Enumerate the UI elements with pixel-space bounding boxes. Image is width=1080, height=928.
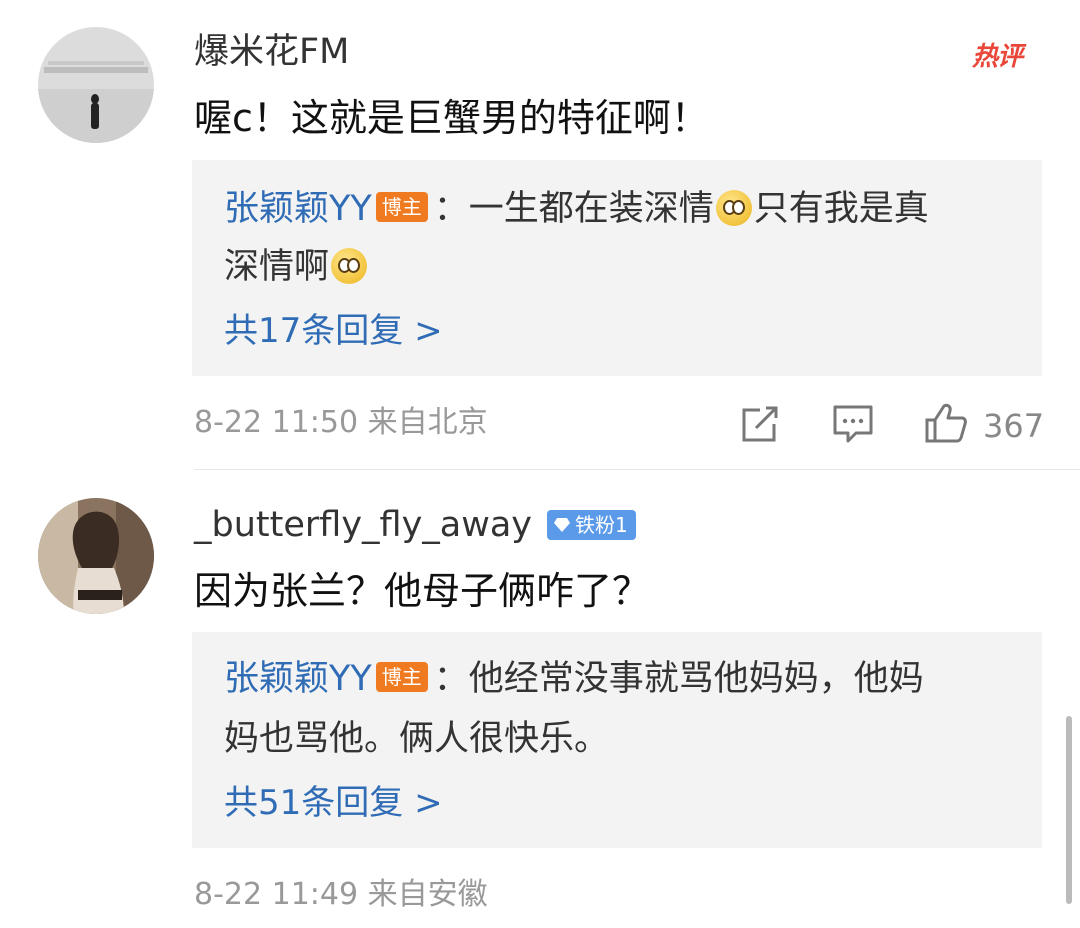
fan-badge: 铁粉1: [547, 510, 636, 540]
reply-preview[interactable]: 张颖颖YY 博主 ：他经常没事就骂他妈妈，他妈 妈也骂他。俩人很快乐。 共51条回复…: [192, 632, 1042, 848]
fan-badge-label: 铁粉1: [575, 513, 628, 537]
reply-text-continued: 深情啊: [224, 248, 369, 285]
avatar[interactable]: [38, 498, 154, 614]
comment-meta: 8-22 11:49 来自安徽: [194, 877, 488, 912]
avatar-image: [38, 27, 154, 143]
blogger-badge: 博主: [375, 192, 428, 222]
scrollbar[interactable]: [1066, 716, 1072, 904]
crying-emoji-icon: [715, 190, 752, 226]
reply-text-continued: 妈也骂他。俩人很快乐。: [224, 719, 610, 759]
share-icon[interactable]: [740, 406, 780, 444]
reply-author[interactable]: 张颖颖YY: [224, 189, 372, 229]
comment-item: _butterfly_fly_away 铁粉1 因为张兰？他母子俩咋了？ 张颖颖…: [0, 470, 1080, 928]
comment-meta: 8-22 11:50 来自北京: [194, 405, 488, 440]
username[interactable]: _butterfly_fly_away: [194, 508, 532, 543]
username[interactable]: 爆米花FM: [194, 35, 349, 70]
blogger-badge: 博主: [375, 662, 428, 692]
view-replies-link[interactable]: 共51条回复 >: [224, 786, 443, 820]
comment-text: 喔c！这就是巨蟹男的特征啊！: [194, 96, 709, 140]
diamond-icon: [554, 518, 570, 532]
reply-preview[interactable]: 张颖颖YY 博主 ：一生都在装深情 只有我是真 深情啊 共17条回复 >: [192, 160, 1042, 376]
like-count: 367: [983, 407, 1045, 445]
comment-text: 因为张兰？他母子俩咋了？: [194, 569, 651, 613]
avatar[interactable]: [38, 27, 154, 143]
avatar-image: [38, 498, 154, 614]
comment-item: 爆米花FM 热评 喔c！这就是巨蟹男的特征啊！ 张颖颖YY 博主 ：一生都在装深情只…: [0, 0, 1080, 470]
hot-comment-badge: 热评: [972, 42, 1023, 72]
reply-text: 张颖颖YY 博主 ：一生都在装深情 只有我是真: [224, 189, 929, 229]
crying-emoji-icon: [331, 248, 368, 284]
reply-text: 张颖颖YY 博主 ：他经常没事就骂他妈妈，他妈: [224, 659, 924, 699]
like-icon[interactable]: [924, 402, 968, 444]
view-replies-link[interactable]: 共17条回复 >: [224, 314, 443, 348]
comment-icon[interactable]: [832, 404, 874, 444]
reply-author[interactable]: 张颖颖YY: [224, 659, 372, 699]
